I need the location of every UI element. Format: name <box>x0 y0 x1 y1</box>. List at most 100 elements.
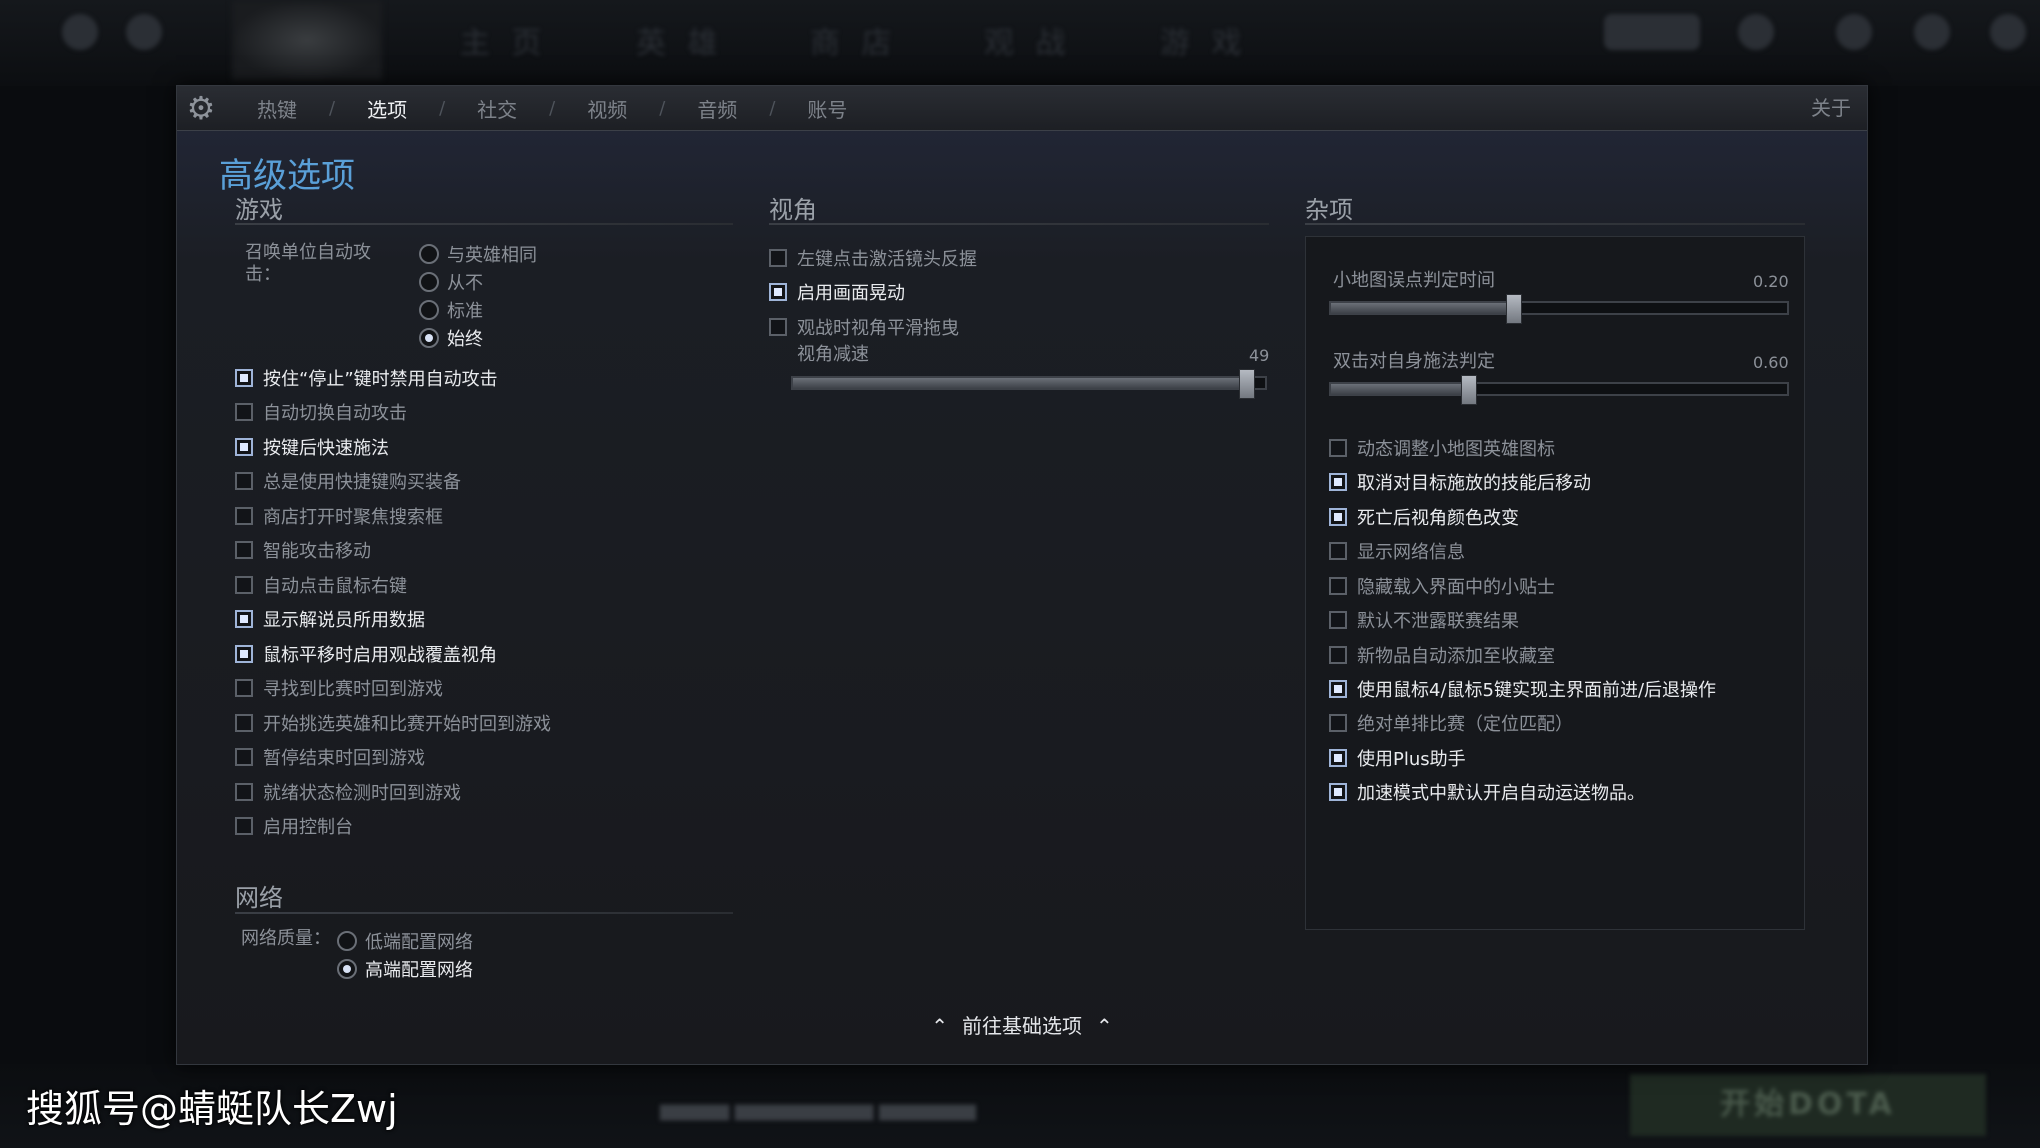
checkbox-left-click-camera[interactable]: 左键点击激活镜头反握 <box>769 245 977 271</box>
slider-thumb[interactable] <box>1506 294 1523 324</box>
radio-summon-standard[interactable]: 标准 <box>419 297 483 323</box>
play-dota-button[interactable]: 开始DOTA <box>1630 1074 1986 1136</box>
checkbox-hide-league-results[interactable]: 默认不泄露联赛结果 <box>1329 607 1519 633</box>
checkbox[interactable] <box>1329 542 1347 560</box>
section-divider <box>235 912 733 914</box>
settings-tab-bar: ⚙ 热键 / 选项 / 社交 / 视频 / 音频 / 账号 关于 <box>177 86 1867 131</box>
checkbox-solo-ranked-only[interactable]: 绝对单排比赛（定位匹配） <box>1329 710 1573 736</box>
checkbox-label: 左键点击激活镜头反握 <box>797 249 977 270</box>
checkbox[interactable] <box>769 283 787 301</box>
radio-button[interactable] <box>419 244 439 264</box>
radio-summon-never[interactable]: 从不 <box>419 269 483 295</box>
checkbox-auto-add-collection[interactable]: 新物品自动添加至收藏室 <box>1329 642 1555 668</box>
checkbox[interactable] <box>1329 646 1347 664</box>
checkbox[interactable] <box>1329 439 1347 457</box>
tab-audio[interactable]: 音频 <box>693 94 741 123</box>
checkbox-screen-shake[interactable]: 启用画面晃动 <box>769 279 905 305</box>
minimap-misclick-label: 小地图误点判定时间 <box>1333 270 1495 291</box>
checkbox[interactable] <box>235 610 253 628</box>
checkbox[interactable] <box>235 817 253 835</box>
double-tap-selfcast-slider[interactable] <box>1329 375 1789 405</box>
go-basic-options-link[interactable]: ⌃ 前往基础选项 ⌃ <box>177 1010 1867 1039</box>
checkbox[interactable] <box>235 438 253 456</box>
tab-account[interactable]: 账号 <box>803 94 851 123</box>
checkbox-caster-data[interactable]: 显示解说员所用数据 <box>235 606 425 632</box>
checkbox-toggle-autoattack[interactable]: 自动切换自动攻击 <box>235 399 407 425</box>
about-link[interactable]: 关于 <box>1811 86 1851 130</box>
checkbox[interactable] <box>1329 611 1347 629</box>
checkbox[interactable] <box>1329 714 1347 732</box>
checkbox-return-hero-pick[interactable]: 开始挑选英雄和比赛开始时回到游戏 <box>235 710 551 736</box>
radio-button[interactable] <box>419 272 439 292</box>
checkbox[interactable] <box>1329 680 1347 698</box>
tab-social[interactable]: 社交 <box>473 94 521 123</box>
checkbox-turbo-auto-courier[interactable]: 加速模式中默认开启自动运送物品。 <box>1329 779 1645 805</box>
radio-button[interactable] <box>419 328 439 348</box>
radio-button[interactable] <box>337 931 357 951</box>
checkbox-label: 使用Plus助手 <box>1357 749 1466 770</box>
checkbox-death-color-change[interactable]: 死亡后视角颜色改变 <box>1329 504 1519 530</box>
checkbox-label: 暂停结束时回到游戏 <box>263 748 425 769</box>
checkbox[interactable] <box>235 714 253 732</box>
radio-summon-always[interactable]: 始终 <box>419 325 483 351</box>
checkbox[interactable] <box>235 576 253 594</box>
radio-button[interactable] <box>337 959 357 979</box>
checkbox-dynamic-minimap-icons[interactable]: 动态调整小地图英雄图标 <box>1329 435 1555 461</box>
checkbox[interactable] <box>235 679 253 697</box>
checkbox[interactable] <box>1329 473 1347 491</box>
mail-icon <box>1836 14 1872 50</box>
minimap-misclick-slider[interactable] <box>1329 294 1789 324</box>
checkbox-label: 总是使用快捷键购买装备 <box>263 472 461 493</box>
checkbox[interactable] <box>1329 783 1347 801</box>
checkbox-enable-console[interactable]: 启用控制台 <box>235 813 353 839</box>
checkbox[interactable] <box>235 403 253 421</box>
slider-thumb[interactable] <box>1239 369 1256 399</box>
tab-hotkeys[interactable]: 热键 <box>253 94 301 123</box>
radio-network-high[interactable]: 高端配置网络 <box>337 956 473 982</box>
checkbox[interactable] <box>235 507 253 525</box>
checkbox[interactable] <box>235 783 253 801</box>
checkbox[interactable] <box>769 318 787 336</box>
tab-options[interactable]: 选项 <box>363 94 411 123</box>
checkbox-return-match-found[interactable]: 寻找到比赛时回到游戏 <box>235 675 443 701</box>
checkbox-quickcast[interactable]: 按键后快速施法 <box>235 434 389 460</box>
tab-video[interactable]: 视频 <box>583 94 631 123</box>
checkbox-plus-assistant[interactable]: 使用Plus助手 <box>1329 745 1466 771</box>
checkbox-spectator-overlay-pan[interactable]: 鼠标平移时启用观战覆盖视角 <box>235 641 497 667</box>
checkbox[interactable] <box>1329 749 1347 767</box>
checkbox-label: 观战时视角平滑拖曳 <box>797 318 959 339</box>
checkbox-return-ready-check[interactable]: 就绪状态检测时回到游戏 <box>235 779 461 805</box>
checkbox[interactable] <box>235 472 253 490</box>
camera-deceleration-slider[interactable] <box>791 369 1267 399</box>
checkbox-move-after-cancel-cast[interactable]: 取消对目标施放的技能后移动 <box>1329 469 1591 495</box>
checkbox[interactable] <box>1329 508 1347 526</box>
checkbox-stop-disables-autoattack[interactable]: 按住“停止”键时禁用自动攻击 <box>235 365 498 391</box>
radio-summon-same-as-hero[interactable]: 与英雄相同 <box>419 241 537 267</box>
checkbox-hide-loading-tips[interactable]: 隐藏载入界面中的小贴士 <box>1329 573 1555 599</box>
radio-network-low[interactable]: 低端配置网络 <box>337 928 473 954</box>
checkbox[interactable] <box>235 369 253 387</box>
checkbox[interactable] <box>235 645 253 663</box>
background-tab: 商 店 <box>810 26 898 61</box>
checkbox-smart-attack-move[interactable]: 智能攻击移动 <box>235 537 371 563</box>
checkbox[interactable] <box>769 249 787 267</box>
checkbox[interactable] <box>235 541 253 559</box>
checkbox-mouse45-navigation[interactable]: 使用鼠标4/鼠标5键实现主界面前进/后退操作 <box>1329 676 1716 702</box>
slider-thumb[interactable] <box>1460 375 1477 405</box>
summon-autoattack-label-text: 召唤单位自动攻 击： <box>245 242 371 285</box>
checkbox-label: 绝对单排比赛（定位匹配） <box>1357 714 1573 735</box>
checkbox[interactable] <box>235 748 253 766</box>
checkbox[interactable] <box>1329 577 1347 595</box>
checkbox-auto-right-click[interactable]: 自动点击鼠标右键 <box>235 572 407 598</box>
background-chat: ▆▆▆▆▆ ▆▆▆▆▆▆▆▆▆▆ ▆▆▆▆▆▆▆ <box>660 1100 976 1121</box>
checkbox-network-info[interactable]: 显示网络信息 <box>1329 538 1465 564</box>
settings-panel: ⚙ 热键 / 选项 / 社交 / 视频 / 音频 / 账号 关于 高级选项 游戏… <box>176 85 1868 1065</box>
checkbox-label: 隐藏载入界面中的小贴士 <box>1357 577 1555 598</box>
help-icon <box>1914 14 1950 50</box>
checkbox-hotkey-purchase[interactable]: 总是使用快捷键购买装备 <box>235 468 461 494</box>
network-quality-label: 网络质量： <box>241 928 331 949</box>
checkbox-spectator-smooth-drag[interactable]: 观战时视角平滑拖曳 <box>769 314 959 340</box>
radio-button[interactable] <box>419 300 439 320</box>
checkbox-return-unpause[interactable]: 暂停结束时回到游戏 <box>235 744 425 770</box>
checkbox-shop-focus-search[interactable]: 商店打开时聚焦搜索框 <box>235 503 443 529</box>
